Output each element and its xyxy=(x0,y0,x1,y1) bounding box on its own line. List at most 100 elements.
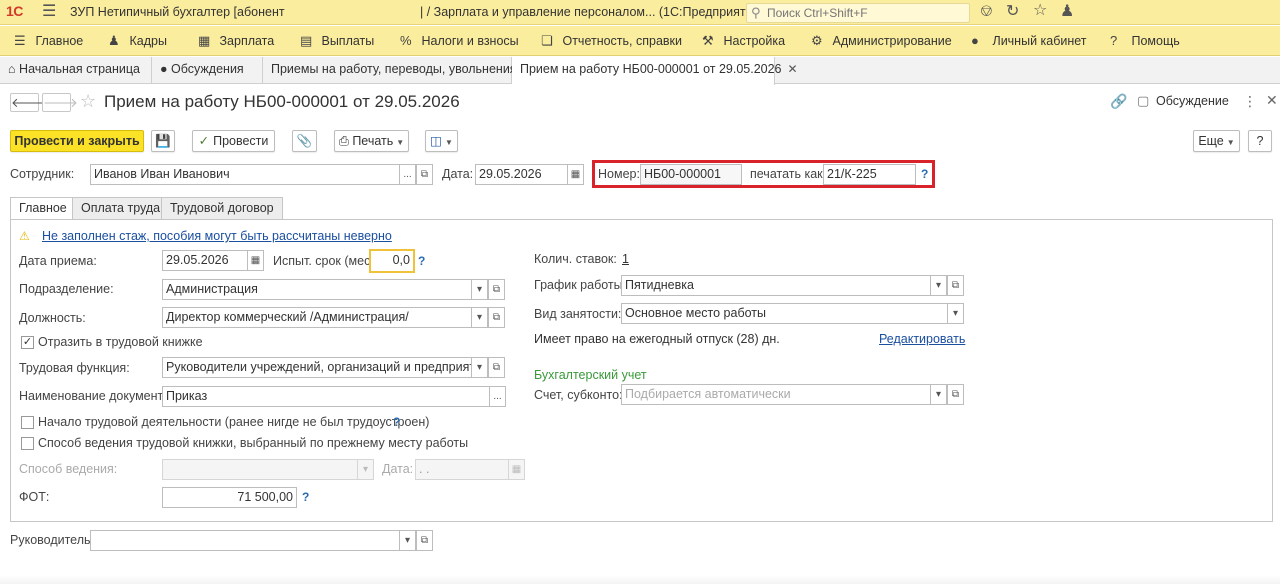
print-as-label: печатать как: xyxy=(750,167,827,181)
close-tab-icon[interactable]: ✕ xyxy=(788,62,798,76)
method-date-field[interactable]: . . xyxy=(415,459,509,480)
menu-item-help[interactable]: ? Помощь xyxy=(1110,33,1180,48)
close-icon[interactable]: ✕ xyxy=(1266,92,1278,109)
tab-discussions[interactable]: ● Обсуждения xyxy=(152,57,263,84)
number-field[interactable]: НБ00-000001 xyxy=(640,164,742,185)
select-ellipsis-button[interactable]: ... xyxy=(399,164,416,185)
tab-hires-list[interactable]: Приемы на работу, переводы, увольнения✕ xyxy=(263,57,533,84)
department-field[interactable]: Администрация xyxy=(162,279,472,300)
global-search[interactable]: ⚲ xyxy=(746,3,970,23)
post-button[interactable]: ✓ Провести xyxy=(192,130,275,152)
employee-field[interactable]: Иванов Иван Иванович xyxy=(90,164,400,185)
schedule-field[interactable]: Пятидневка xyxy=(621,275,931,296)
help-question-icon[interactable]: ? xyxy=(921,167,928,181)
forward-button[interactable]: 🡒 xyxy=(42,93,78,112)
account-placeholder: Подбирается автоматически xyxy=(625,387,791,401)
history-icon[interactable]: ↻ xyxy=(1006,4,1019,20)
favorite-star-icon[interactable]: ☆ xyxy=(80,91,96,112)
calendar-icon[interactable]: ▦ xyxy=(567,164,584,185)
menu-label: Зарплата xyxy=(219,34,275,48)
method-field[interactable] xyxy=(162,459,358,480)
dropdown-arrow-icon[interactable]: ▾ xyxy=(471,279,488,300)
menu-item-personnel[interactable]: ♟ Кадры xyxy=(108,33,167,49)
tab-hire-document[interactable]: Прием на работу НБ00-000001 от 29.05.202… xyxy=(512,57,798,85)
rates-value-link[interactable]: 1 xyxy=(622,252,629,266)
help-question-icon[interactable]: ? xyxy=(418,254,425,268)
help-question-icon[interactable]: ? xyxy=(302,490,309,504)
1c-logo-icon: 1С xyxy=(6,3,23,19)
probation-label: Испыт. срок (мес): xyxy=(273,254,378,268)
tab-home[interactable]: ⌂ Начальная страница xyxy=(0,57,152,84)
book-method-checkbox[interactable] xyxy=(21,437,34,450)
calendar-icon[interactable]: ▦ xyxy=(508,459,525,480)
discussion-icon[interactable]: ▢ xyxy=(1137,93,1149,109)
open-icon[interactable]: ⧉ xyxy=(947,275,964,296)
open-icon[interactable]: ⧉ xyxy=(488,357,505,378)
menu-item-salary[interactable]: ▦ Зарплата xyxy=(198,33,274,49)
print-as-field[interactable]: 21/К-225 xyxy=(823,164,916,185)
dropdown-arrow-icon[interactable]: ▾ xyxy=(399,530,416,551)
career-start-checkbox[interactable] xyxy=(21,416,34,429)
doc-name-field[interactable]: Приказ xyxy=(162,386,490,407)
dropdown-arrow-icon[interactable]: ▾ xyxy=(471,307,488,328)
star-icon[interactable]: ☆ xyxy=(1033,3,1047,19)
more-vertical-icon[interactable]: ⋮ xyxy=(1243,93,1257,110)
menu-item-taxes[interactable]: % Налоги и взносы xyxy=(400,33,519,48)
tab-contract[interactable]: Трудовой договор xyxy=(161,197,283,220)
bell-icon[interactable]: ⎊ xyxy=(980,4,993,20)
search-input[interactable] xyxy=(765,6,965,20)
fot-field[interactable]: 71 500,00 xyxy=(162,487,297,508)
menu-item-administration[interactable]: ⚙ Администрирование xyxy=(811,33,952,49)
menu-item-settings[interactable]: ⚒ Настройка xyxy=(702,33,785,49)
dropdown-arrow-icon[interactable]: ▾ xyxy=(930,275,947,296)
date-field[interactable]: 29.05.2026 xyxy=(475,164,568,185)
related-docs-button[interactable]: ◫ ▼ xyxy=(425,130,458,152)
post-and-close-button[interactable]: Провести и закрыть xyxy=(10,130,144,152)
open-icon[interactable]: ⧉ xyxy=(488,279,505,300)
open-icon[interactable]: ⧉ xyxy=(416,530,433,551)
search-history-icon[interactable]: ♟ xyxy=(1060,4,1074,20)
arrow-left-icon: 🡐 xyxy=(11,95,46,110)
manager-field[interactable] xyxy=(90,530,400,551)
warning-link[interactable]: Не заполнен стаж, пособия могут быть рас… xyxy=(42,229,392,243)
select-ellipsis-button[interactable]: ... xyxy=(489,386,506,407)
account-label: Счет, субконто: xyxy=(534,388,623,402)
employment-field[interactable]: Основное место работы xyxy=(621,303,948,324)
back-button[interactable]: 🡐 xyxy=(10,93,46,112)
probation-field[interactable]: 0,0 xyxy=(369,249,415,273)
position-field[interactable]: Директор коммерческий /Администрация/ xyxy=(162,307,472,328)
help-button[interactable]: ? xyxy=(1248,130,1272,152)
attach-button[interactable]: 📎 xyxy=(292,130,317,152)
edit-vacation-link[interactable]: Редактировать xyxy=(879,332,965,346)
app-title: ЗУП Нетипичный бухгалтер [абонент xyxy=(70,5,285,19)
menu-item-reports[interactable]: ❏ Отчетность, справки xyxy=(541,33,682,49)
discussion-button[interactable]: Обсуждение xyxy=(1156,94,1229,108)
employee-label: Сотрудник: xyxy=(10,167,75,181)
menu-item-main[interactable]: ☰ Главное xyxy=(14,33,83,49)
calendar-icon[interactable]: ▦ xyxy=(247,250,264,271)
hamburger-menu-icon[interactable]: ☰ xyxy=(42,4,56,20)
help-question-icon[interactable]: ? xyxy=(393,415,400,429)
workbook-checkbox[interactable]: ✓ xyxy=(21,336,34,349)
menu-icon: ☰ xyxy=(14,33,26,48)
hire-date-field[interactable]: 29.05.2026 xyxy=(162,250,248,271)
labor-function-field[interactable]: Руководители учреждений, организаций и п… xyxy=(162,357,472,378)
dropdown-arrow-icon[interactable]: ▾ xyxy=(947,303,964,324)
account-field[interactable]: Подбирается автоматически xyxy=(621,384,931,405)
tab-main[interactable]: Главное xyxy=(10,197,76,221)
employment-label: Вид занятости: xyxy=(534,307,622,321)
open-icon[interactable]: ⧉ xyxy=(416,164,433,185)
floppy-icon: 💾 xyxy=(155,134,171,148)
dropdown-arrow-icon[interactable]: ▾ xyxy=(930,384,947,405)
open-icon[interactable]: ⧉ xyxy=(488,307,505,328)
print-button[interactable]: ⎙ Печать ▼ xyxy=(334,130,409,152)
dropdown-arrow-icon[interactable]: ▾ xyxy=(357,459,374,480)
menu-item-account[interactable]: ● Личный кабинет xyxy=(971,33,1087,48)
link-icon[interactable]: 🔗 xyxy=(1110,93,1127,110)
more-actions-button[interactable]: Еще ▼ xyxy=(1193,130,1240,152)
menu-item-payments[interactable]: ▤ Выплаты xyxy=(300,33,374,49)
dropdown-arrow-icon[interactable]: ▾ xyxy=(471,357,488,378)
open-icon[interactable]: ⧉ xyxy=(947,384,964,405)
tab-payment[interactable]: Оплата труда xyxy=(72,197,170,220)
save-button[interactable]: 💾 xyxy=(151,130,175,152)
